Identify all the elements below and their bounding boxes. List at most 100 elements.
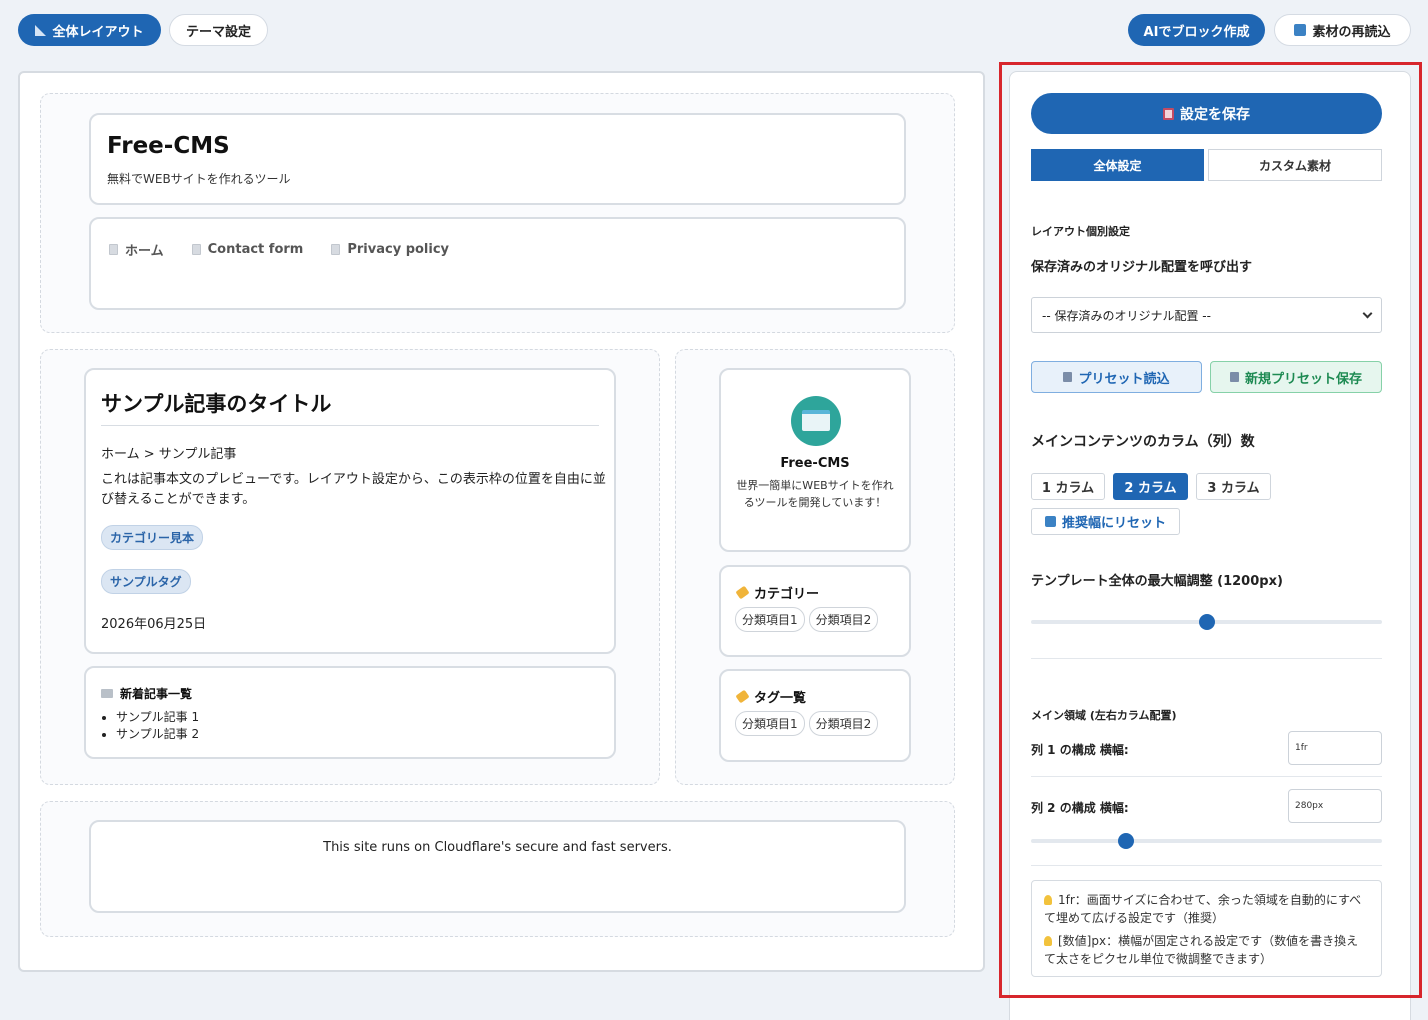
nav-block[interactable]: ホーム Contact form Privacy policy <box>89 217 906 310</box>
saved-layout-select-value: -- 保存済みのオリジナル配置 -- <box>1042 308 1211 323</box>
chevron-down-icon <box>1362 308 1373 318</box>
column-2-width-input[interactable]: 280px <box>1288 789 1382 823</box>
preset-load-button[interactable]: プリセット読込 <box>1031 361 1202 393</box>
section-divider <box>1031 658 1382 659</box>
ai-block-label: AIでブロック作成 <box>1143 24 1250 40</box>
page-icon <box>109 244 118 255</box>
tab-global-settings[interactable]: 全体設定 <box>1031 149 1204 181</box>
tab-custom-assets[interactable]: カスタム素材 <box>1208 149 1382 181</box>
nav-item-privacy[interactable]: Privacy policy <box>331 240 449 259</box>
column-1-width-value: 1fr <box>1295 743 1308 753</box>
one-column-button[interactable]: 1 カラム <box>1031 473 1105 500</box>
nav-label: Contact form <box>207 242 304 257</box>
tab-global-label: 全体設定 <box>1093 158 1142 173</box>
full-layout-button[interactable]: 全体レイアウト <box>18 14 161 46</box>
theme-settings-label: テーマ設定 <box>185 24 251 40</box>
tag-icon <box>735 689 750 704</box>
article-block[interactable]: サンプル記事のタイトル ホーム > サンプル記事 これは記事本文のプレビューです… <box>84 368 616 654</box>
ai-block-button[interactable]: AIでブロック作成 <box>1128 14 1265 46</box>
profile-name: Free-CMS <box>780 456 850 471</box>
reload-icon <box>1294 24 1307 36</box>
reload-assets-button[interactable]: 素材の再読込 <box>1274 14 1411 46</box>
site-header-block[interactable]: Free-CMS 無料でWEBサイトを作れるツール <box>89 113 906 205</box>
nav-item-home[interactable]: ホーム <box>109 240 164 259</box>
reset-width-button[interactable]: 推奨幅にリセット <box>1031 508 1180 535</box>
save-settings-button[interactable]: 設定を保存 <box>1031 93 1382 134</box>
three-column-label: 3 カラム <box>1207 481 1260 496</box>
layout-settings-heading: レイアウト個別設定 <box>1031 225 1130 238</box>
column-1-width-input[interactable]: 1fr <box>1288 731 1382 765</box>
sidebar-tags-title: タグ一覧 <box>754 691 807 706</box>
page-icon <box>331 244 341 255</box>
page-icon <box>191 244 201 255</box>
category-chip[interactable]: 分類項目2 <box>808 607 879 632</box>
saved-layout-heading: 保存済みのオリジナル配置を呼び出す <box>1031 260 1253 275</box>
tip-fr-text: 1fr：画面サイズに合わせて、余った領域を自動的にすべて埋めて広げる設定です（推… <box>1044 893 1362 925</box>
profile-description: 世界一簡単にWEBサイトを作れるツールを開発しています！ <box>736 479 894 509</box>
nav-label: ホーム <box>125 244 164 259</box>
article-date: 2026年06月25日 <box>101 617 207 632</box>
recent-post-item[interactable]: サンプル記事 2 <box>116 726 199 743</box>
one-column-label: 1 カラム <box>1041 481 1095 496</box>
tag-badge[interactable]: サンプルタグ <box>101 569 191 594</box>
tip-px-text: [数値]px：横幅が固定される設定です（数値を書き換えて太さをピクセル単位で微調… <box>1044 934 1359 966</box>
save-settings-label: 設定を保存 <box>1180 106 1250 123</box>
main-area-heading: メイン領域 (左右カラム配置) <box>1031 709 1177 722</box>
upload-icon <box>1229 372 1239 382</box>
two-column-button[interactable]: 2 カラム <box>1113 473 1188 500</box>
full-layout-label: 全体レイアウト <box>52 24 144 40</box>
footer-text: This site runs on Cloudflare's secure an… <box>323 840 672 855</box>
saved-layout-select[interactable]: -- 保存済みのオリジナル配置 -- <box>1031 297 1382 333</box>
save-icon <box>1163 107 1174 120</box>
field-divider <box>1031 865 1382 866</box>
preset-load-label: プリセット読込 <box>1078 371 1170 387</box>
recent-posts-block[interactable]: 新着記事一覧 サンプル記事 1 サンプル記事 2 <box>84 666 616 759</box>
upload-icon <box>1063 372 1073 382</box>
footer-block[interactable]: This site runs on Cloudflare's secure an… <box>89 820 906 913</box>
tip-px: [数値]px：横幅が固定される設定です（数値を書き換えて太さをピクセル単位で微調… <box>1044 932 1369 968</box>
article-title: サンプル記事のタイトル <box>101 392 332 416</box>
column-2-width-slider-track[interactable] <box>1031 839 1382 843</box>
preset-save-button[interactable]: 新規プリセット保存 <box>1210 361 1382 393</box>
tag-icon <box>735 585 750 600</box>
width-tips-box: 1fr：画面サイズに合わせて、余った領域を自動的にすべて埋めて広げる設定です（推… <box>1031 880 1382 977</box>
tag-chip[interactable]: 分類項目1 <box>735 711 805 736</box>
reload-icon <box>1044 516 1056 527</box>
category-badge[interactable]: カテゴリー見本 <box>101 525 204 550</box>
nav-label: Privacy policy <box>347 242 450 257</box>
columns-heading: メインコンテンツのカラム（列）数 <box>1031 434 1255 450</box>
field-divider <box>1031 776 1382 777</box>
lightbulb-icon <box>1044 895 1052 905</box>
three-column-button[interactable]: 3 カラム <box>1196 473 1271 500</box>
tip-fr: 1fr：画面サイズに合わせて、余った領域を自動的にすべて埋めて広げる設定です（推… <box>1044 891 1369 927</box>
article-breadcrumb: ホーム > サンプル記事 <box>101 447 237 462</box>
category-chip[interactable]: 分類項目1 <box>735 607 805 632</box>
sidebar-category-title: カテゴリー <box>754 587 820 602</box>
site-title: Free-CMS <box>107 133 230 159</box>
recent-post-item[interactable]: サンプル記事 1 <box>116 709 199 726</box>
news-icon <box>101 689 113 698</box>
article-title-divider <box>101 425 599 426</box>
max-width-heading: テンプレート全体の最大幅調整 (1200px) <box>1031 574 1283 589</box>
sidebar-category-block[interactable]: カテゴリー 分類項目1 分類項目2 <box>719 565 911 657</box>
ruler-icon <box>35 24 47 36</box>
nav-item-contact[interactable]: Contact form <box>191 240 304 259</box>
tag-chip[interactable]: 分類項目2 <box>808 711 879 736</box>
max-width-slider-thumb[interactable] <box>1198 614 1215 630</box>
theme-settings-button[interactable]: テーマ設定 <box>169 14 268 46</box>
sidebar-tags-block[interactable]: タグ一覧 分類項目1 分類項目2 <box>719 669 911 762</box>
column-2-width-label: 列 2 の構成 横幅: <box>1031 801 1129 815</box>
preset-save-label: 新規プリセット保存 <box>1244 371 1362 387</box>
browser-window-icon <box>791 396 841 446</box>
column-2-width-slider-thumb[interactable] <box>1117 833 1134 849</box>
site-tagline: 無料でWEBサイトを作れるツール <box>107 172 291 186</box>
reload-assets-label: 素材の再読込 <box>1312 24 1391 40</box>
article-body: これは記事本文のプレビューです。レイアウト設定から、この表示枠の位置を自由に並び… <box>101 472 606 507</box>
profile-block[interactable]: Free-CMS 世界一簡単にWEBサイトを作れるツールを開発しています！ <box>719 368 911 552</box>
tab-custom-label: カスタム素材 <box>1258 158 1331 173</box>
lightbulb-icon <box>1044 936 1052 946</box>
two-column-label: 2 カラム <box>1124 481 1177 496</box>
column-2-width-value: 280px <box>1295 801 1324 811</box>
recent-posts-title: 新着記事一覧 <box>120 687 193 701</box>
column-1-width-label: 列 1 の構成 横幅: <box>1031 743 1129 757</box>
